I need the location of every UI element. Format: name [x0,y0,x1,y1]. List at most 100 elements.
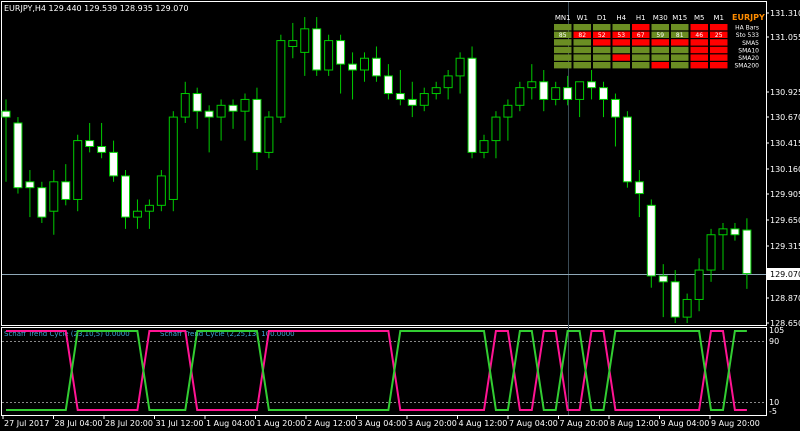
mtf-cell [671,24,689,31]
candle-body[interactable] [730,228,740,236]
candle-body[interactable] [622,116,632,183]
candle-body[interactable] [97,145,107,153]
candle-body[interactable] [527,81,537,89]
candle-body[interactable] [407,98,417,106]
mtf-column-header: M1 [714,14,725,22]
mtf-cell [632,54,650,61]
current-price-label: 129.070 [770,270,800,279]
time-tick-label: 3 Aug 04:00 [358,419,407,428]
candle-body[interactable] [479,140,489,153]
candle-body[interactable] [144,204,154,212]
mtf-row-label: SMA10 [738,47,759,54]
candle-body[interactable] [742,229,752,275]
candle-body[interactable] [73,140,83,200]
candle-body[interactable] [252,98,262,153]
mtf-cell [593,39,611,46]
candle-body[interactable] [551,87,561,100]
candle-body[interactable] [288,40,298,47]
mtf-cell [554,54,572,61]
mtf-cell [671,46,689,54]
candle-body[interactable] [706,234,716,271]
candle-body[interactable] [216,104,226,118]
candle-body[interactable] [121,175,130,218]
candle-body[interactable] [563,87,573,100]
candle-body[interactable] [503,104,513,118]
candle-body[interactable] [156,175,166,206]
candle-body[interactable] [395,93,405,100]
candle-body[interactable] [13,122,23,189]
candle-body[interactable] [575,81,585,100]
candle-body[interactable] [610,98,620,118]
candle-body[interactable] [539,81,549,100]
chart-window[interactable]: EURJPY,H4 129.440 129.539 128.935 129.07… [0,0,800,431]
candle-body[interactable] [634,181,644,195]
candle-body[interactable] [192,93,202,112]
candle-body[interactable] [61,181,71,200]
candle-body[interactable] [419,93,429,106]
mtf-cell-value: 25 [715,32,723,39]
candle-body[interactable] [85,140,95,147]
candle-body[interactable] [670,281,680,318]
candle-body[interactable] [228,104,238,112]
candle-body[interactable] [312,28,322,71]
candle-body[interactable] [371,57,381,77]
candle-body[interactable] [455,57,465,77]
candle-body[interactable] [491,116,501,142]
candle-body[interactable] [1,110,11,118]
mtf-cell [573,62,591,69]
mtf-cell [710,39,728,46]
candle-body[interactable] [180,93,190,118]
candle-body[interactable] [587,81,597,89]
candle-body[interactable] [515,87,525,106]
indicator-level-label-minus5: -5 [769,407,777,416]
candle-body[interactable] [240,98,250,112]
mtf-cell [690,24,708,31]
mtf-cell [593,24,611,31]
candle-body[interactable] [431,87,441,95]
mtf-column-header: H1 [636,14,646,22]
mtf-column-header: H4 [616,14,626,22]
mtf-cell [593,54,611,61]
candle-body[interactable] [264,116,274,153]
mtf-cell-value: 67 [637,32,645,39]
candle-body[interactable] [132,210,142,218]
time-tick-label: 1 Aug 04:00 [206,419,255,428]
mtf-row-label: HA Bars [735,25,759,32]
candle-body[interactable] [49,181,59,212]
mtf-cell [690,39,708,46]
candle-body[interactable] [718,228,728,236]
candle-body[interactable] [360,57,369,71]
mtf-cell-value: 59 [656,32,664,39]
candle-body[interactable] [25,181,35,189]
mtf-cell [690,46,708,54]
candle-body[interactable] [599,87,608,100]
mtf-cell [554,46,572,54]
candle-body[interactable] [109,151,119,177]
candle-body[interactable] [443,75,453,89]
mtf-cell [573,39,591,46]
candle-body[interactable] [467,57,477,153]
mtf-cell [651,62,669,69]
candle-body[interactable] [336,40,346,65]
price-tick-label: 129.905 [770,190,800,199]
candle-body[interactable] [168,116,178,200]
mtf-cell [671,39,689,46]
candle-body[interactable] [37,187,47,218]
mtf-cell [573,54,591,61]
candle-body[interactable] [276,40,286,118]
mtf-cell [651,39,669,46]
mtf-cell [632,46,650,54]
candle-body[interactable] [348,63,358,71]
candle-body[interactable] [694,269,704,300]
candle-body[interactable] [204,110,214,118]
candle-body[interactable] [383,75,393,95]
time-tick-label: 9 Aug 04:00 [661,419,710,428]
candle-body[interactable] [300,28,310,53]
candle-body[interactable] [658,275,668,283]
mtf-cell-value: 81 [676,32,684,39]
candle-body[interactable] [682,298,692,318]
candle-body[interactable] [646,204,656,277]
candle-body[interactable] [324,40,334,71]
symbol-ohlc-header: EURJPY,H4 129.440 129.539 128.935 129.07… [4,4,189,13]
mtf-cell [612,54,630,61]
